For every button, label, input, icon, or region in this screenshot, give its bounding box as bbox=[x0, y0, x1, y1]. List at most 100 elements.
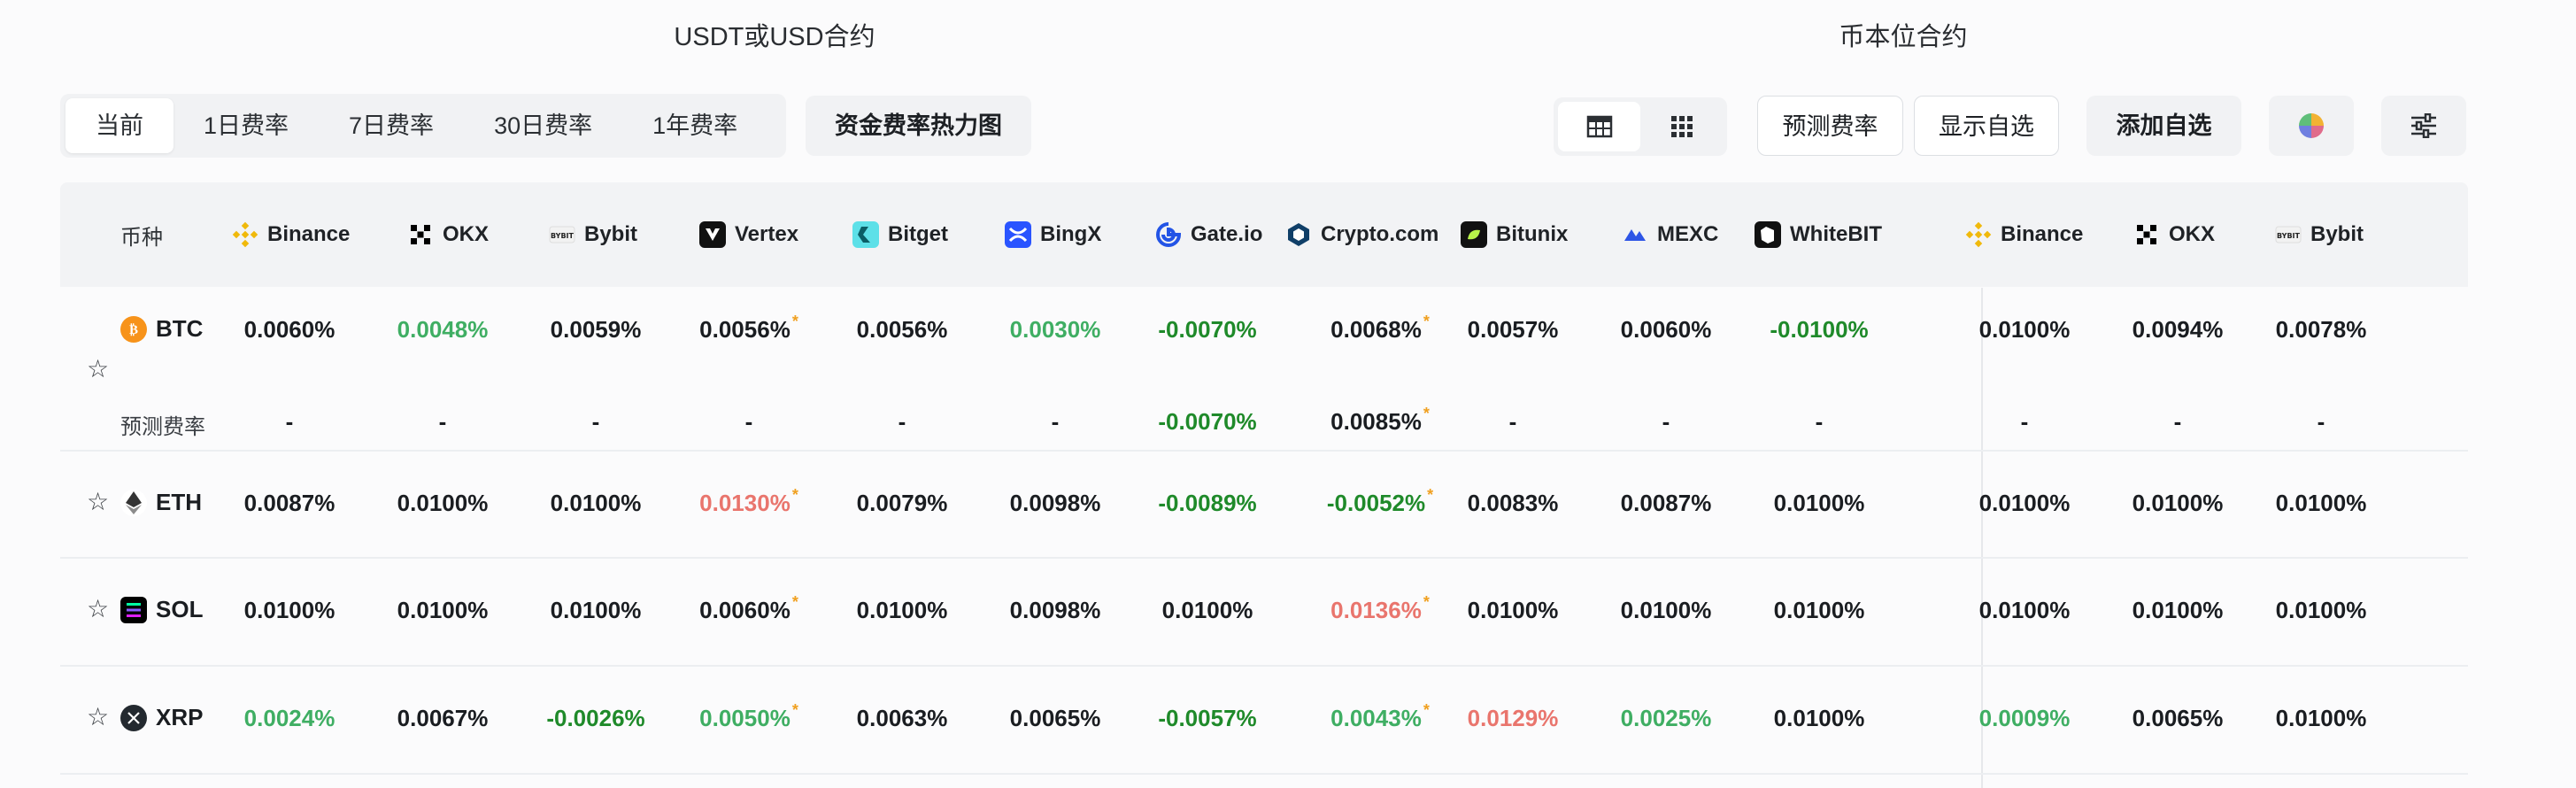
exchange-header-gateio[interactable]: Gate.io bbox=[1155, 221, 1262, 248]
rate-value: 0.0129% bbox=[1467, 705, 1559, 731]
exchange-header-okx[interactable]: OKX bbox=[2133, 221, 2215, 248]
exchange-header-whitebit[interactable]: WhiteBIT bbox=[1755, 221, 1882, 248]
sol-icon bbox=[120, 596, 147, 623]
exchange-name: WhiteBIT bbox=[1790, 222, 1882, 246]
xrp-icon bbox=[120, 704, 147, 731]
predicted-value: - bbox=[438, 408, 447, 435]
funding-rate-cell: 0.0079% bbox=[857, 490, 948, 517]
funding-rate-cell: 0.0100% bbox=[2133, 490, 2224, 517]
predicted-rate-cell: - bbox=[286, 408, 294, 436]
estimated-marker: * bbox=[1423, 313, 1430, 330]
rate-value: 0.0056% bbox=[856, 316, 948, 343]
color-scheme-button[interactable] bbox=[2269, 96, 2354, 156]
favorite-star-icon[interactable]: ☆ bbox=[87, 354, 109, 383]
coin-label[interactable]: XRP bbox=[120, 704, 203, 731]
predict-rate-button[interactable]: 预测费率 bbox=[1757, 96, 1903, 156]
heatmap-button[interactable]: 资金费率热力图 bbox=[806, 96, 1031, 156]
funding-rate-cell: 0.0059% bbox=[551, 316, 642, 344]
exchange-header-bitunix[interactable]: Bitunix bbox=[1461, 221, 1568, 248]
coin-label[interactable]: ETH bbox=[120, 489, 202, 516]
exchange-name: OKX bbox=[443, 222, 490, 246]
bingx-icon bbox=[1005, 221, 1031, 248]
favorite-star-icon[interactable]: ☆ bbox=[87, 702, 109, 731]
favorite-star-icon[interactable]: ☆ bbox=[87, 594, 109, 623]
funding-rate-cell: 0.0067% bbox=[397, 705, 489, 732]
funding-rate-cell: 0.0060% bbox=[244, 316, 335, 344]
funding-rate-table: 币种 Binance OKX BYBIT Bybit Vertex Bitget BingX… bbox=[60, 182, 2468, 287]
rate-value: 0.0024% bbox=[243, 705, 335, 731]
svg-text:₿: ₿ bbox=[129, 321, 138, 337]
exchange-header-binance[interactable]: Binance bbox=[1965, 221, 2083, 248]
period-tab-3[interactable]: 30日费率 bbox=[464, 98, 622, 153]
exchange-header-vertex[interactable]: Vertex bbox=[699, 221, 798, 248]
table-row[interactable]: ☆ XRP 0.0024% 0.0067% -0.0026% 0.0050% * 0.0063… bbox=[60, 665, 2468, 775]
coin-margined-contracts-title: 币本位合约 bbox=[1839, 23, 1968, 51]
estimated-marker: * bbox=[791, 701, 798, 719]
exchange-header-okx[interactable]: OKX bbox=[407, 221, 489, 248]
predicted-rate-cell: - bbox=[1816, 408, 1824, 436]
exchange-header-bybit[interactable]: BYBIT Bybit bbox=[2275, 221, 2364, 248]
funding-rate-cell: 0.0063% bbox=[857, 705, 948, 732]
funding-rate-cell: 0.0130% * bbox=[699, 486, 798, 517]
predicted-rate-cell: - bbox=[1052, 408, 1060, 436]
funding-rate-cell: 0.0100% bbox=[2133, 597, 2224, 624]
exchange-header-bingx[interactable]: BingX bbox=[1005, 221, 1101, 248]
exchange-name: MEXC bbox=[1657, 222, 1719, 246]
funding-rate-cell: 0.0087% bbox=[1621, 490, 1712, 517]
funding-rate-cell: 0.0100% bbox=[1621, 597, 1712, 624]
funding-rate-cell: 0.0056% bbox=[857, 316, 948, 344]
period-tab-1[interactable]: 1日费率 bbox=[174, 98, 319, 153]
coin-label[interactable]: SOL bbox=[120, 596, 203, 623]
funding-rate-cell: -0.0052% * bbox=[1327, 486, 1433, 517]
settings-button[interactable] bbox=[2381, 96, 2466, 156]
predicted-rate-cell: - bbox=[2021, 408, 2029, 436]
grid-view-button[interactable] bbox=[1640, 102, 1723, 151]
rate-value: 0.0100% bbox=[1467, 597, 1559, 623]
exchange-header-bybit[interactable]: BYBIT Bybit bbox=[549, 221, 637, 248]
add-favorites-button[interactable]: 添加自选 bbox=[2086, 96, 2241, 156]
rate-value: -0.0070% bbox=[1158, 316, 1257, 343]
rate-value: 0.0063% bbox=[856, 705, 948, 731]
rate-value: 0.0050% bbox=[699, 705, 791, 731]
funding-rate-cell: 0.0056% * bbox=[699, 313, 798, 344]
whitebit-icon bbox=[1755, 221, 1781, 248]
coin-symbol: SOL bbox=[156, 596, 204, 622]
color-wheel-icon bbox=[2299, 113, 2324, 138]
table-row[interactable]: ☆ ETH 0.0087% 0.0100% 0.0100% 0.0130% * 0.0079%… bbox=[60, 450, 2468, 559]
exchange-header-cryptocom[interactable]: Crypto.com bbox=[1285, 221, 1438, 248]
period-tab-2[interactable]: 7日费率 bbox=[319, 98, 464, 153]
funding-rate-cell: 0.0100% bbox=[1979, 316, 2071, 344]
exchange-name: Bybit bbox=[2310, 222, 2364, 246]
exchange-header-bitget[interactable]: Bitget bbox=[852, 221, 948, 248]
estimated-marker: * bbox=[791, 486, 798, 504]
eth-icon bbox=[120, 489, 147, 516]
period-tab-0[interactable]: 当前 bbox=[66, 98, 174, 153]
exchange-header-binance[interactable]: Binance bbox=[232, 221, 350, 248]
show-favorites-button[interactable]: 显示自选 bbox=[1914, 96, 2059, 156]
period-tab-4[interactable]: 1年费率 bbox=[622, 98, 767, 153]
coin-label[interactable]: ₿ BTC bbox=[120, 315, 203, 343]
funding-rate-cell: 0.0024% bbox=[244, 705, 335, 732]
rate-value: 0.0100% bbox=[2275, 490, 2367, 516]
table-view-button[interactable] bbox=[1558, 102, 1640, 151]
rate-value: 0.0098% bbox=[1009, 490, 1101, 516]
table-row[interactable]: ☆ SOL 0.0100% 0.0100% 0.0100% 0.0060% * 0.0100%… bbox=[60, 557, 2468, 667]
bitunix-icon bbox=[1461, 221, 1487, 248]
rate-value: -0.0089% bbox=[1158, 490, 1257, 516]
rate-value: 0.0060% bbox=[243, 316, 335, 343]
predicted-value: - bbox=[1508, 408, 1517, 435]
table-row[interactable]: ☆ ₿ BTC 0.0060% 0.0048% 0.0059% 0.0056% * 0.0056… bbox=[60, 288, 2468, 452]
funding-rate-cell: 0.0100% bbox=[857, 597, 948, 624]
funding-rate-cell: 0.0100% bbox=[1979, 597, 2071, 624]
exchange-name: OKX bbox=[2169, 222, 2216, 246]
rate-value: 0.0100% bbox=[856, 597, 948, 623]
funding-rate-cell: 0.0098% bbox=[1010, 597, 1101, 624]
predicted-value: - bbox=[1051, 408, 1060, 435]
rate-value: 0.0100% bbox=[397, 490, 489, 516]
rate-value: 0.0136% bbox=[1330, 597, 1422, 623]
exchange-header-mexc[interactable]: MEXC bbox=[1622, 221, 1718, 248]
predicted-rate-cell: - bbox=[1509, 408, 1517, 436]
table-icon bbox=[1586, 115, 1612, 138]
favorite-star-icon[interactable]: ☆ bbox=[87, 487, 109, 516]
predicted-value: - bbox=[898, 408, 906, 435]
